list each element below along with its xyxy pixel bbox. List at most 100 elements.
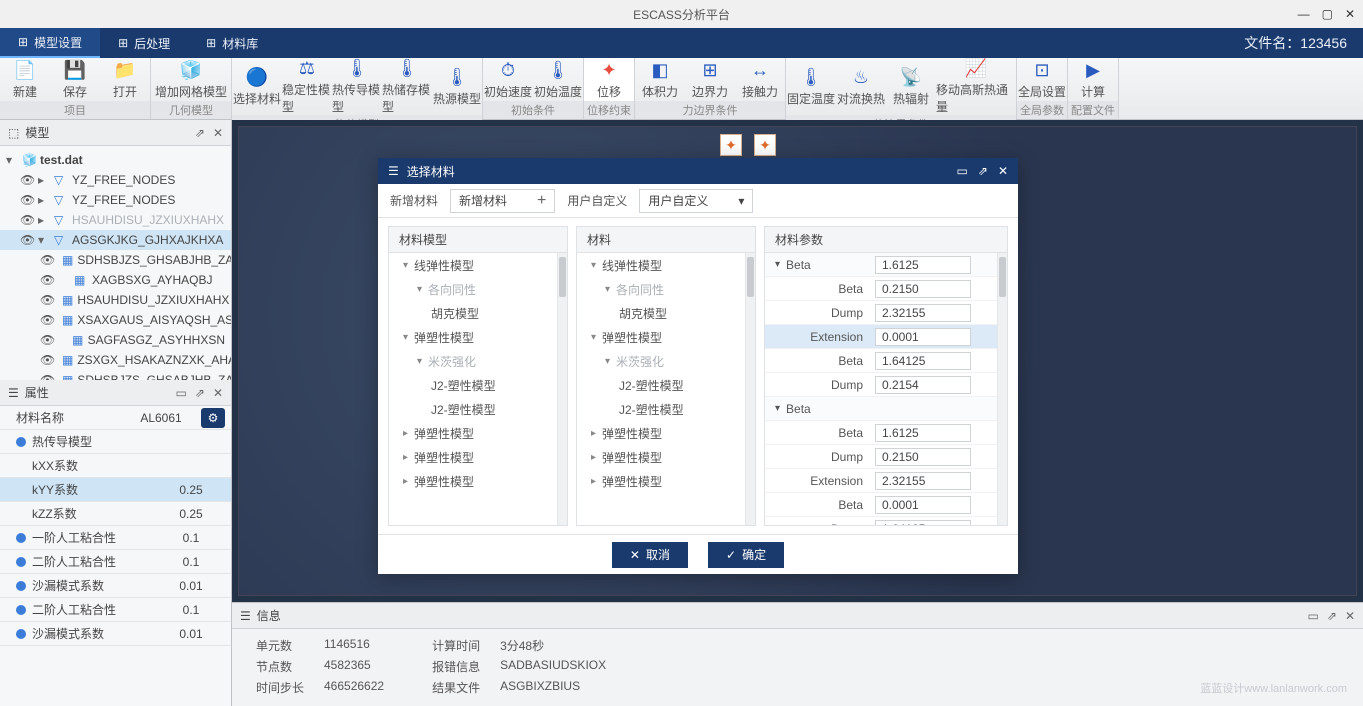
tree-item[interactable]: 👁▦HSAUHDISU_JZXIUXHAHX [0,290,231,310]
prop-group[interactable]: 沙漏模式系数0.01 [0,574,231,598]
list-item[interactable]: ▾米茨强化 [577,349,745,373]
list-item[interactable]: J2-塑性模型 [389,397,557,421]
param-row[interactable]: Dump [765,301,997,325]
pin-icon[interactable]: ⇗ [195,126,205,140]
add-material-combo[interactable]: 新增材料 + [450,189,555,213]
param-row[interactable]: Beta [765,277,997,301]
ribbon-保存[interactable]: 💾保存 [50,58,100,101]
ribbon-热源模型[interactable]: 🌡热源模型 [432,58,482,115]
tree-item[interactable]: 👁▸▽HSAUHDISU_JZXIUXHAHX [0,210,231,230]
param-row[interactable]: Extension [765,325,997,349]
axis-icon[interactable]: ✦ [754,134,776,156]
param-input[interactable] [875,520,971,526]
param-input[interactable] [875,352,971,370]
list-item[interactable]: J2-塑性模型 [389,373,557,397]
list-item[interactable]: ▾弹塑性模型 [389,325,557,349]
gear-icon[interactable]: ⚙ [201,408,225,428]
prop-group[interactable]: 沙漏模式系数0.01 [0,622,231,646]
list-item[interactable]: ▾各向同性 [389,277,557,301]
close-icon[interactable]: ✕ [1345,7,1355,21]
prop-group[interactable]: 二阶人工粘合性0.1 [0,550,231,574]
list-item[interactable]: ▸弹塑性模型 [577,445,745,469]
prop-row[interactable]: kZZ系数0.25 [0,502,231,526]
param-row[interactable]: Dump [765,517,997,525]
param-input[interactable] [875,280,971,298]
tree-item[interactable]: 👁▸▽YZ_FREE_NODES [0,170,231,190]
ribbon-选择材料[interactable]: 🔵选择材料 [232,58,282,115]
ribbon-增加网格模型[interactable]: 🧊增加网格模型 [151,58,231,101]
list-item[interactable]: 胡克模型 [389,301,557,325]
list-item[interactable]: J2-塑性模型 [577,373,745,397]
param-row[interactable]: Dump [765,445,997,469]
ribbon-全局设置[interactable]: ⊡全局设置 [1017,58,1067,101]
list-item[interactable]: ▾线弹性模型 [577,253,745,277]
ribbon-边界力[interactable]: ⊞边界力 [685,58,735,101]
axis-icon[interactable]: ✦ [720,134,742,156]
restore-icon[interactable]: ▭ [1308,609,1319,623]
col-material-body[interactable]: ▾线弹性模型▾各向同性胡克模型▾弹塑性模型▾米茨强化J2-塑性模型J2-塑性模型… [577,253,745,525]
cancel-button[interactable]: ✕取消 [612,542,688,568]
close-panel-icon[interactable]: ✕ [213,386,223,400]
param-input[interactable] [875,256,971,274]
pin-icon[interactable]: ⇗ [1327,609,1337,623]
param-input[interactable] [875,304,971,322]
close-panel-icon[interactable]: ✕ [1345,609,1355,623]
user-defined-combo[interactable]: 用户自定义 ▾ [639,189,753,213]
list-item[interactable]: ▸弹塑性模型 [389,445,557,469]
param-input[interactable] [875,472,971,490]
ribbon-对流换热[interactable]: ♨对流换热 [836,58,886,115]
scrollbar[interactable] [557,253,567,525]
col-params-body[interactable]: ▾BetaBetaDumpExtensionBetaDump▾BetaBetaD… [765,253,997,525]
ribbon-移动高斯热通量[interactable]: 📈移动高斯热通量 [936,58,1016,115]
ribbon-稳定性模型[interactable]: ⚖稳定性模型 [282,58,332,115]
list-item[interactable]: ▾弹塑性模型 [577,325,745,349]
param-row[interactable]: Beta [765,349,997,373]
ribbon-接触力[interactable]: ↔接触力 [735,58,785,101]
scrollbar[interactable] [997,253,1007,525]
prop-row[interactable]: kYY系数0.25 [0,478,231,502]
ok-button[interactable]: ✓确定 [708,542,784,568]
restore-icon[interactable]: ▭ [957,164,968,178]
list-item[interactable]: ▾米茨强化 [389,349,557,373]
prop-row[interactable]: kXX系数 [0,454,231,478]
param-input[interactable] [875,376,971,394]
tree-item[interactable]: 👁▸▽YZ_FREE_NODES [0,190,231,210]
ribbon-初始温度[interactable]: 🌡初始温度 [533,58,583,101]
tree-root[interactable]: ▾🧊test.dat [0,150,231,170]
param-row[interactable]: Beta [765,421,997,445]
list-item[interactable]: ▾各向同性 [577,277,745,301]
pin-icon[interactable]: ⇗ [978,164,988,178]
param-group[interactable]: ▾Beta [765,397,997,421]
param-row[interactable]: Extension [765,469,997,493]
ribbon-热储存模型[interactable]: 🌡热储存模型 [382,58,432,115]
ribbon-热辐射[interactable]: 📡热辐射 [886,58,936,115]
param-input[interactable] [875,328,971,346]
ribbon-新建[interactable]: 📄新建 [0,58,50,101]
pin-icon[interactable]: ⇗ [195,386,205,400]
param-input[interactable] [875,496,971,514]
minimize-icon[interactable]: — [1298,7,1310,21]
maximize-icon[interactable]: ▢ [1322,7,1333,21]
list-item[interactable]: ▸弹塑性模型 [389,421,557,445]
list-item[interactable]: ▸弹塑性模型 [577,421,745,445]
ribbon-初始速度[interactable]: ⏱初始速度 [483,58,533,101]
list-item[interactable]: ▾线弹性模型 [389,253,557,277]
prop-group[interactable]: 二阶人工粘合性0.1 [0,598,231,622]
tab-模型设置[interactable]: ⊞模型设置 [0,28,100,58]
param-group[interactable]: ▾Beta [765,253,997,277]
ribbon-热传导模型[interactable]: 🌡热传导模型 [332,58,382,115]
ribbon-体积力[interactable]: ◧体积力 [635,58,685,101]
tree-item[interactable]: 👁▦SDHSBJZS_GHSABJHB_ZAHU [0,250,231,270]
param-row[interactable]: Beta [765,493,997,517]
param-row[interactable]: Dump [765,373,997,397]
ribbon-位移[interactable]: ✦位移 [584,58,634,101]
close-panel-icon[interactable]: ✕ [213,126,223,140]
prop-group[interactable]: 热传导模型 [0,430,231,454]
scrollbar[interactable] [745,253,755,525]
col-material-model-body[interactable]: ▾线弹性模型▾各向同性胡克模型▾弹塑性模型▾米茨强化J2-塑性模型J2-塑性模型… [389,253,557,525]
tree-item[interactable]: 👁▦XSAXGAUS_AISYAQSH_ASHX [0,310,231,330]
plus-icon[interactable]: + [537,192,546,210]
close-dialog-icon[interactable]: ✕ [998,164,1008,178]
param-input[interactable] [875,424,971,442]
tree-item[interactable]: 👁▦SAGFASGZ_ASYHHXSN [0,330,231,350]
